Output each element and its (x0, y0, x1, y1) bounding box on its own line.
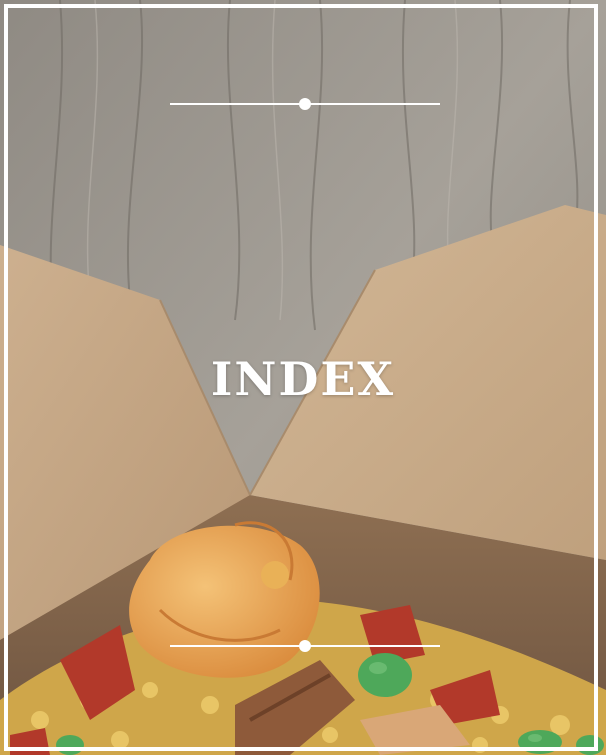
ornament-divider-bottom (170, 640, 440, 652)
ornament-dot (299, 98, 311, 110)
ornament-divider-top (170, 98, 440, 110)
page-title: INDEX (210, 352, 396, 406)
index-page: INDEX (0, 0, 606, 755)
ornament-dot (299, 640, 311, 652)
